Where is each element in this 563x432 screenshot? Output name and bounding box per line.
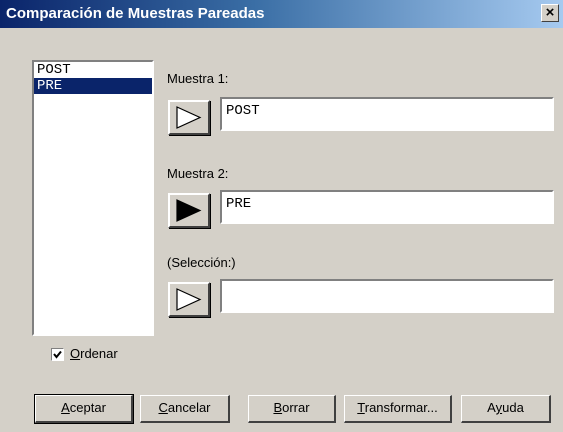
triangle-right-icon	[176, 288, 202, 311]
paired-samples-dialog: Comparación de Muestras Pareadas × POST …	[0, 0, 563, 432]
muestra1-field[interactable]: POST	[220, 97, 554, 131]
borrar-button[interactable]: Borrar	[248, 395, 336, 423]
ordenar-checkbox[interactable]	[51, 348, 64, 361]
ordenar-label[interactable]: Ordenar	[70, 346, 118, 361]
transformar-button[interactable]: Transformar...	[344, 395, 452, 423]
triangle-right-icon	[176, 199, 202, 222]
muestra2-arrow-button[interactable]	[168, 193, 210, 228]
cancelar-button[interactable]: Cancelar	[140, 395, 230, 423]
seleccion-label: (Selección:)	[167, 255, 236, 270]
check-icon	[53, 350, 62, 359]
triangle-right-icon	[176, 106, 202, 129]
title-bar[interactable]: Comparación de Muestras Pareadas ×	[0, 0, 563, 28]
muestra1-arrow-button[interactable]	[168, 100, 210, 135]
close-button[interactable]: ×	[541, 4, 559, 22]
list-item-post[interactable]: POST	[34, 62, 152, 78]
seleccion-field[interactable]	[220, 279, 554, 313]
window-title: Comparación de Muestras Pareadas	[6, 5, 265, 22]
muestra2-field[interactable]: PRE	[220, 190, 554, 224]
aceptar-button[interactable]: Aceptar	[34, 394, 134, 424]
ayuda-button[interactable]: Ayuda	[461, 395, 551, 423]
list-item-pre[interactable]: PRE	[34, 78, 152, 94]
seleccion-arrow-button[interactable]	[168, 282, 210, 317]
muestra2-label: Muestra 2:	[167, 166, 229, 181]
muestra1-label: Muestra 1:	[167, 71, 229, 86]
close-icon: ×	[545, 4, 555, 21]
variables-listbox[interactable]: POST PRE	[32, 60, 154, 336]
